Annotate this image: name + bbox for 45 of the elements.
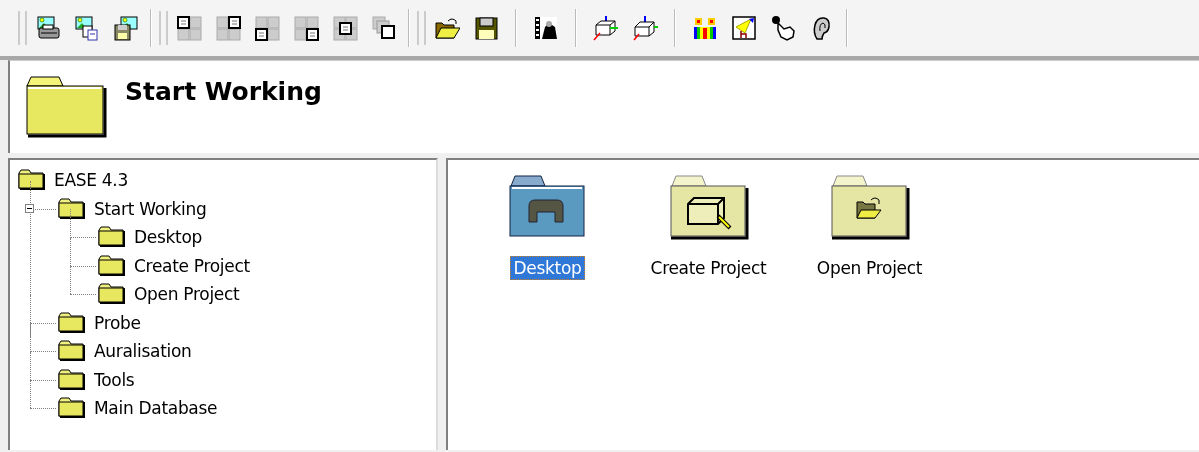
toolbar-grip[interactable] <box>417 11 426 45</box>
tree-item[interactable]: Open Project <box>98 280 436 309</box>
header-title: Start Working <box>125 77 322 106</box>
folder-icon <box>58 340 86 363</box>
window-layout-icon[interactable] <box>254 15 280 41</box>
film-icon[interactable] <box>533 15 559 41</box>
tree-item[interactable]: Create Project <box>98 251 436 280</box>
toolbar-grip[interactable] <box>18 11 27 45</box>
toolbar-grip[interactable] <box>159 11 168 45</box>
window-layout-icon[interactable] <box>176 15 202 41</box>
window-layout-icon[interactable] <box>293 15 319 41</box>
heatmap-icon[interactable] <box>692 15 718 41</box>
folder-icon <box>58 311 86 334</box>
folder-icon <box>98 226 126 249</box>
folder-icon <box>58 397 86 420</box>
open-project-folder-icon[interactable] <box>828 172 911 242</box>
spotlight-icon[interactable] <box>731 15 757 41</box>
tree-item[interactable]: Tools <box>58 365 436 394</box>
window-layout-icon[interactable] <box>215 15 241 41</box>
folder-icon <box>18 169 46 192</box>
folder-icon <box>58 197 86 220</box>
box-icon[interactable] <box>632 15 658 41</box>
tree-item[interactable]: Probe <box>58 308 436 337</box>
folder-icon <box>58 368 86 391</box>
box-icon[interactable] <box>593 15 619 41</box>
tree-item[interactable]: EASE 4.3 <box>18 166 436 195</box>
copy-icon[interactable] <box>74 15 100 41</box>
collapse-box[interactable] <box>25 203 34 213</box>
item-label[interactable]: Desktop <box>510 256 585 280</box>
window-layout-icon[interactable] <box>332 15 358 41</box>
folder-icon <box>98 283 126 306</box>
tree-item[interactable]: Desktop <box>98 223 436 252</box>
floppy-icon[interactable] <box>113 15 139 41</box>
tree-item[interactable]: Main Database <box>58 394 436 423</box>
open-folder-icon[interactable] <box>434 15 460 41</box>
tree-item[interactable]: Auralisation <box>58 337 436 366</box>
printer-icon[interactable] <box>35 15 61 41</box>
create-project-folder-icon[interactable] <box>667 172 750 242</box>
item-label[interactable]: Open Project <box>813 256 926 280</box>
cascade-windows-icon[interactable] <box>371 15 397 41</box>
folder-icon <box>25 74 109 140</box>
floppy-icon[interactable] <box>473 15 499 41</box>
folder-icon <box>98 254 126 277</box>
tree-item[interactable]: Start Working <box>58 194 436 223</box>
item-label[interactable]: Create Project <box>647 256 770 280</box>
